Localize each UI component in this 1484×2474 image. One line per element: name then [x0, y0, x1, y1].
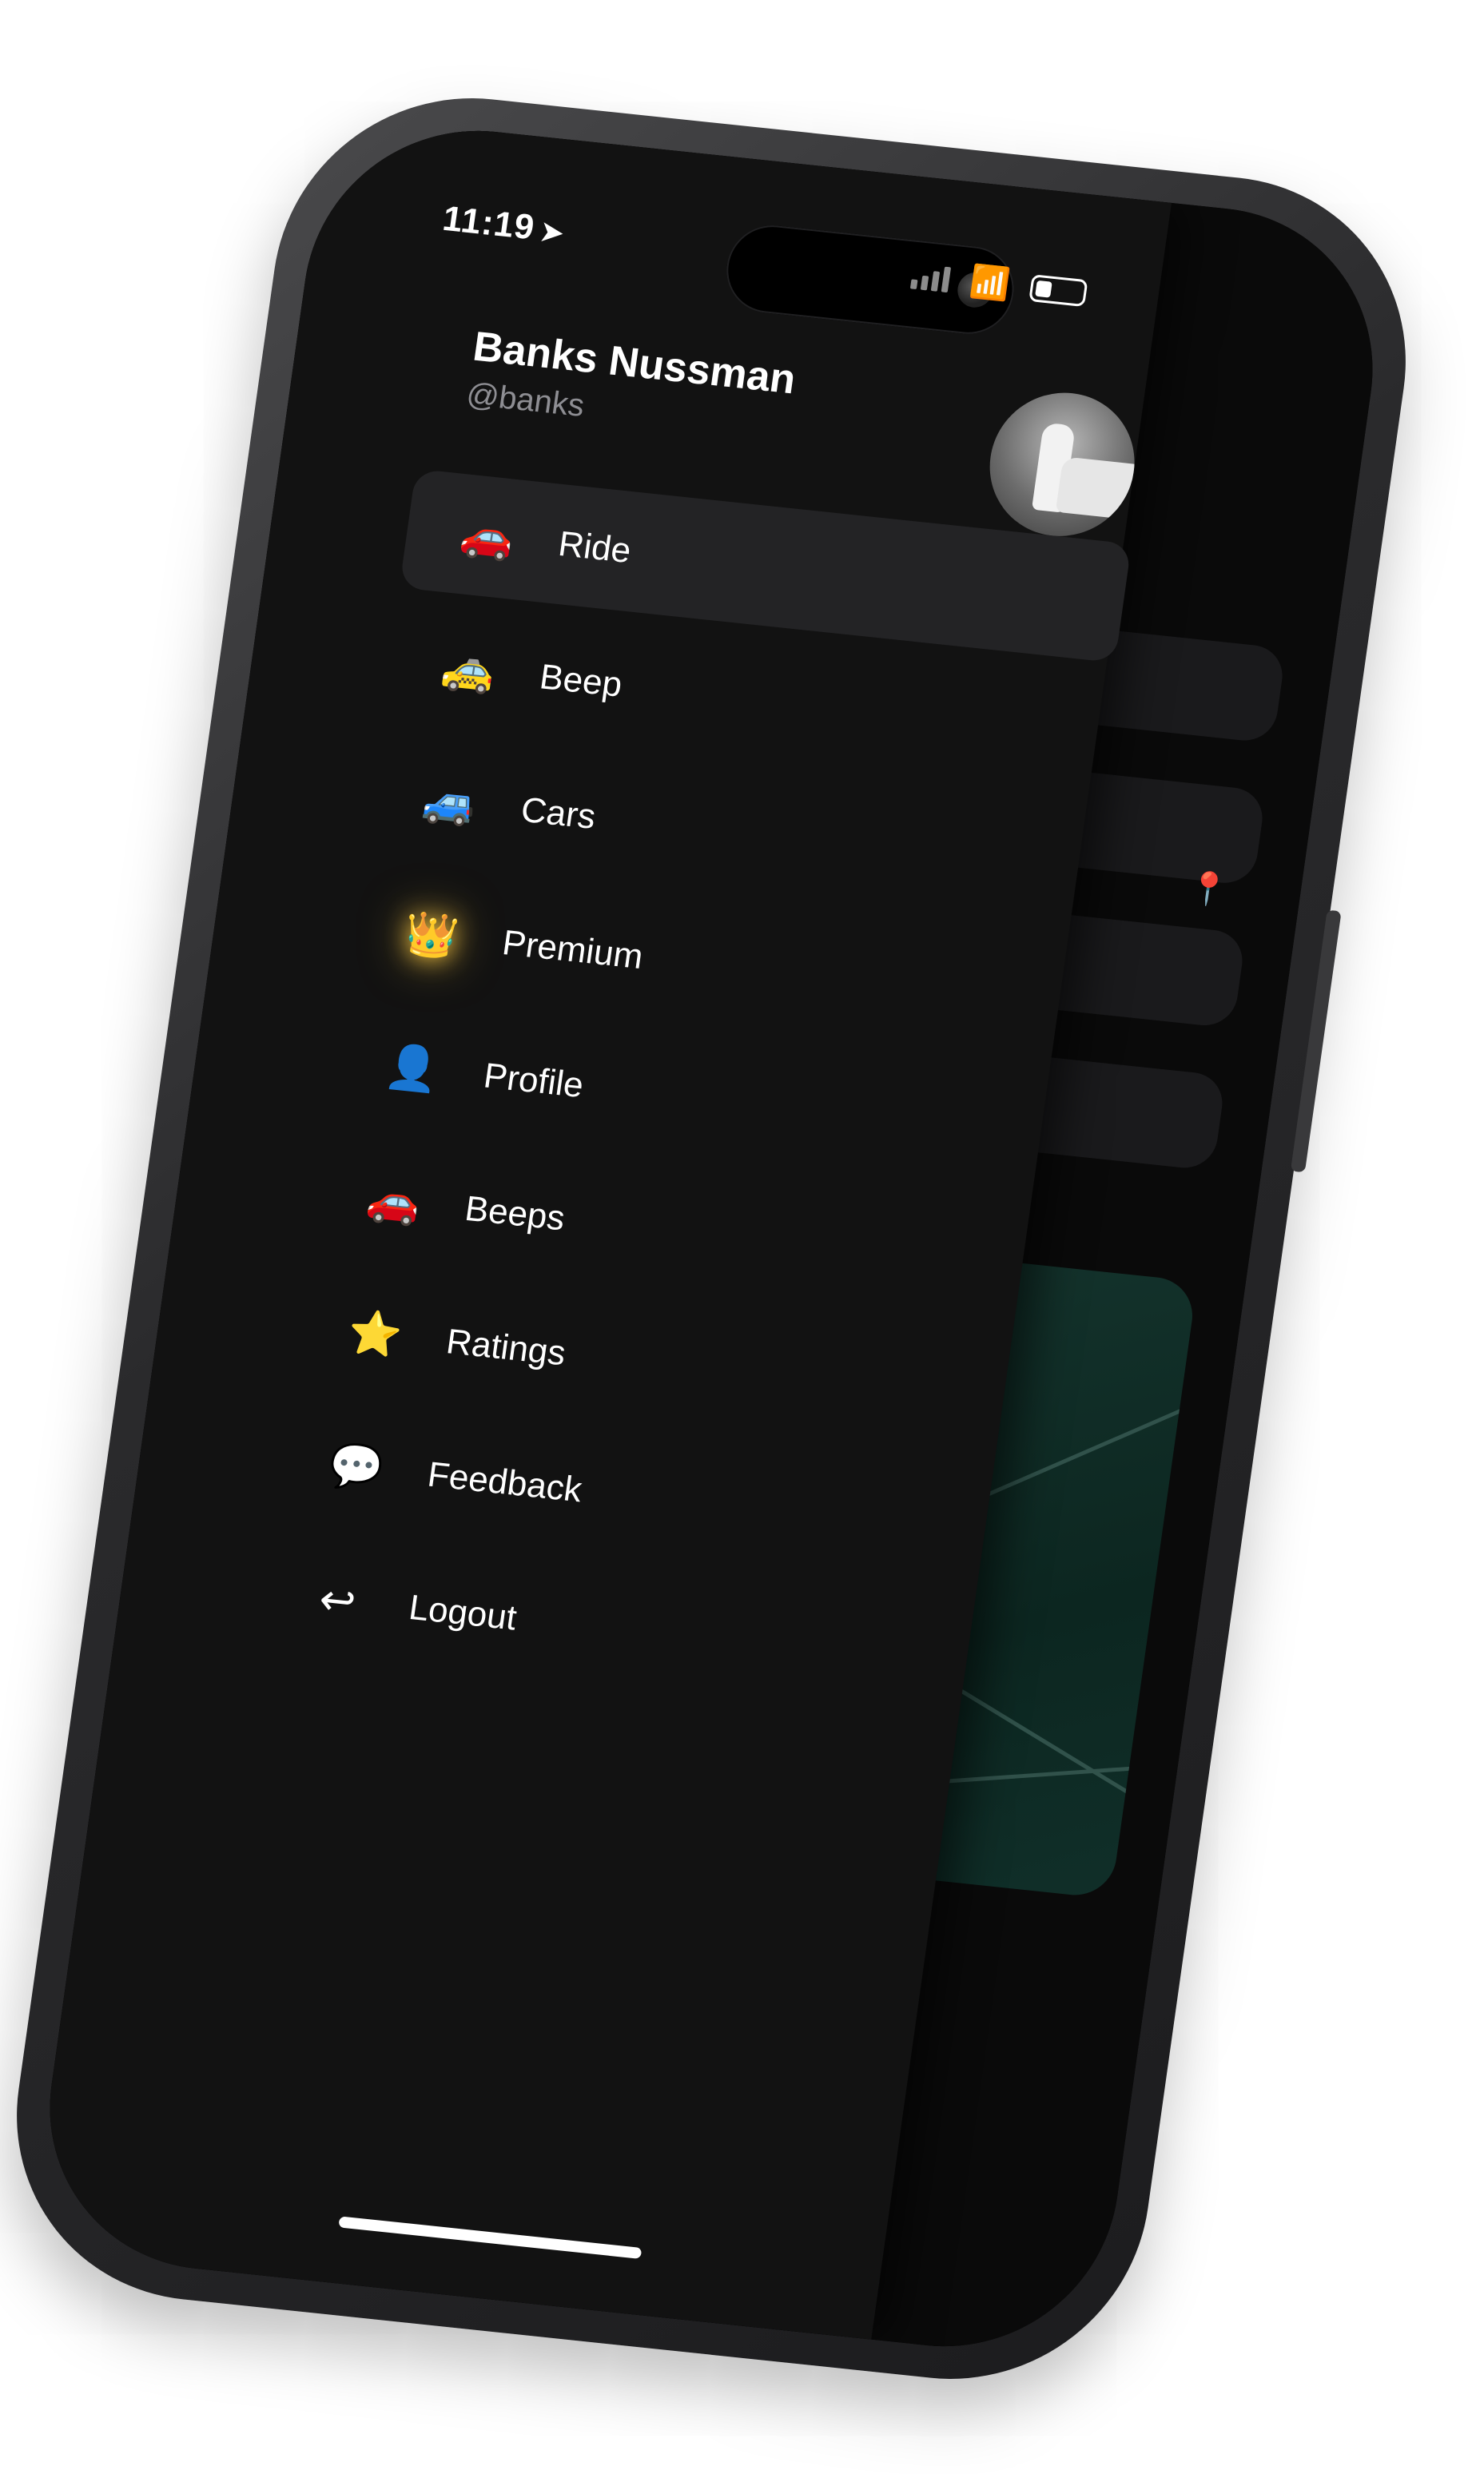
time-text: 11:19 — [440, 198, 538, 248]
profile-icon: 👤 — [382, 1041, 443, 1095]
phone-device: 📍 485 11:19➤ 📶 — [0, 79, 1430, 2398]
menu-item-label: Ride — [555, 524, 634, 571]
car-icon: 🚗 — [456, 509, 518, 563]
menu-item-label: Profile — [481, 1056, 587, 1106]
profile-header[interactable]: Banks Nussman @banks — [464, 323, 798, 446]
logout-icon: ↩ — [316, 1574, 360, 1626]
menu-item-label: Cars — [519, 790, 599, 837]
speech-bubble-icon: 💬 — [326, 1440, 387, 1494]
menu-item-label: Beep — [537, 657, 625, 705]
star-icon: ⭐ — [344, 1307, 405, 1361]
menu-item-label: Feedback — [425, 1454, 585, 1510]
avatar-car — [1055, 456, 1136, 520]
taxi-icon: 🚕 — [438, 642, 499, 696]
map-pin-icon: 📍 — [1186, 869, 1231, 909]
suv-icon: 🚙 — [420, 775, 480, 829]
status-time: 11:19➤ — [440, 199, 567, 251]
battery-icon — [1028, 273, 1088, 307]
location-arrow-icon: ➤ — [538, 216, 567, 249]
car-icon: 🚗 — [364, 1174, 424, 1227]
avatar[interactable] — [981, 385, 1144, 543]
crown-icon: 👑 — [400, 908, 462, 962]
menu-item-label: Ratings — [444, 1322, 568, 1374]
home-indicator[interactable] — [338, 2216, 643, 2259]
phone-screen: 📍 485 11:19➤ 📶 — [28, 114, 1394, 2363]
menu-item-label: Logout — [406, 1587, 519, 1638]
menu-item-label: Beeps — [462, 1188, 567, 1239]
menu-item-label: Premium — [499, 923, 646, 977]
cellular-signal-icon — [910, 261, 952, 292]
wifi-icon: 📶 — [968, 264, 1013, 304]
